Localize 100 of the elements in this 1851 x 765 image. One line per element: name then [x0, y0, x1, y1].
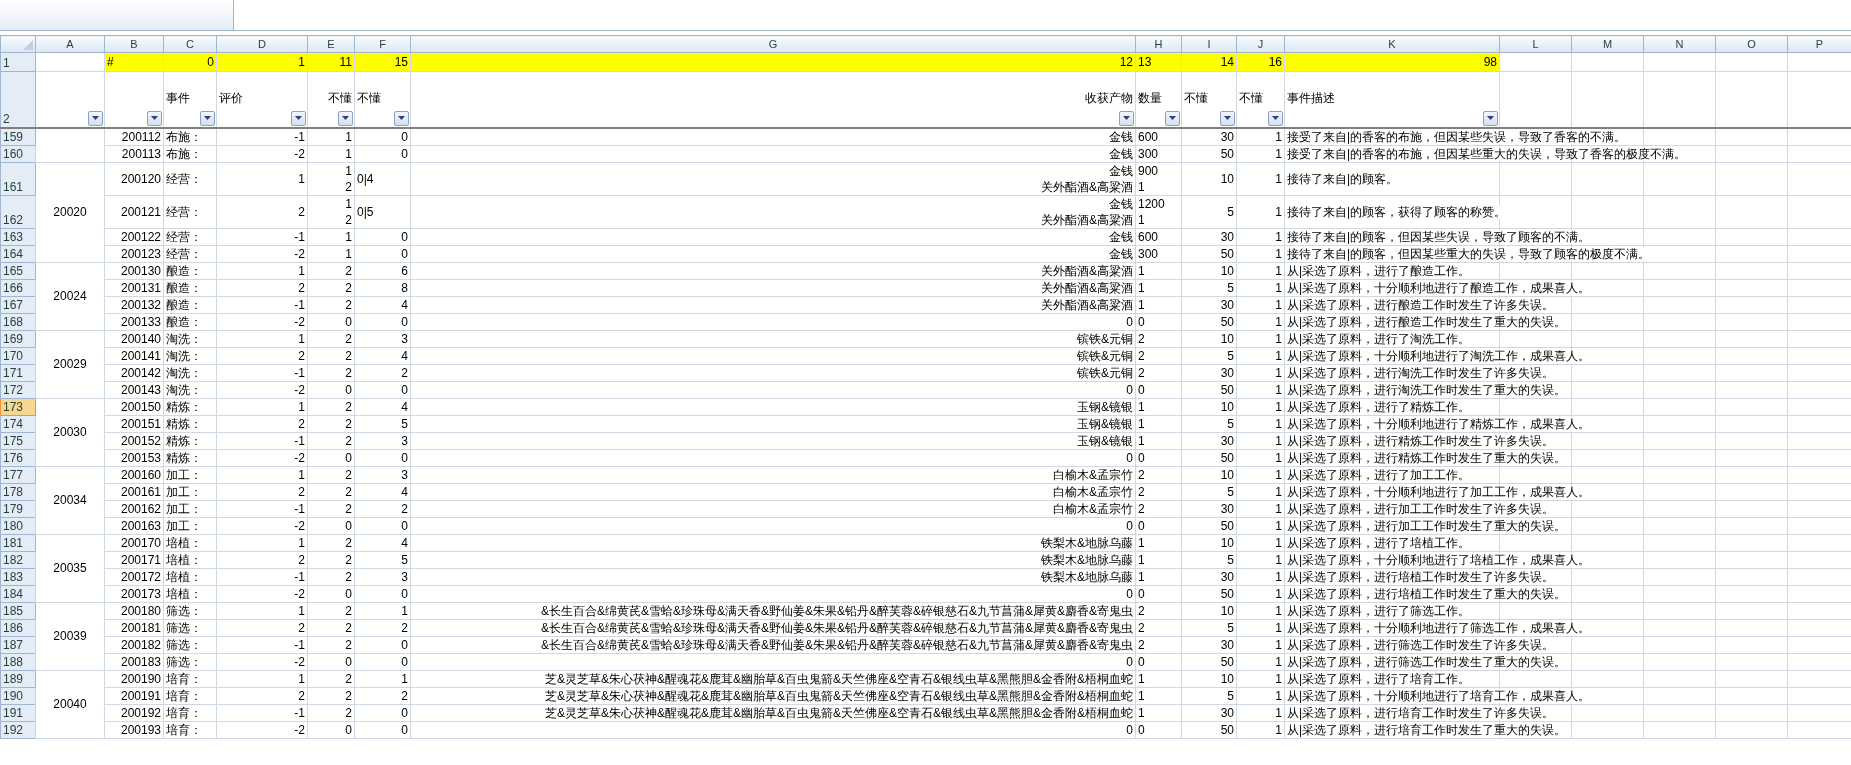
table-cell: 2 — [307, 619, 355, 636]
table-cell: 培植： — [163, 568, 217, 585]
table-cell: 1 — [1236, 704, 1285, 721]
column-header[interactable]: F — [354, 35, 411, 53]
column-header[interactable]: I — [1181, 35, 1237, 53]
table-cell: 10 — [1181, 162, 1237, 195]
table-cell: 200161 — [104, 483, 164, 500]
column-header[interactable]: N — [1643, 35, 1716, 53]
table-cell: 精炼： — [163, 415, 217, 432]
table-cell: 筛选： — [163, 653, 217, 670]
column-header[interactable]: J — [1236, 35, 1285, 53]
table-cell: 经营： — [163, 195, 217, 228]
table-cell: 白榆木&孟宗竹 — [410, 466, 1136, 483]
filter-dropdown-button[interactable] — [1483, 110, 1498, 126]
table-cell: 600 — [1135, 127, 1182, 145]
table-cell: 300 — [1135, 145, 1182, 162]
table-cell: -1 — [216, 704, 308, 721]
filter-dropdown-button[interactable] — [1119, 110, 1134, 126]
filter-dropdown-button[interactable] — [1268, 110, 1283, 126]
table-cell: 培植： — [163, 534, 217, 551]
table-cell: 2 — [307, 636, 355, 653]
table-cell: 0 — [1135, 721, 1182, 738]
table-cell: 芝&灵芝草&朱心茯神&醒魂花&鹿茸&幽胎草&百虫鬼箭&天竺佛座&空青石&银线虫草&黑熊胆&金香附&梧桐血蛇 — [410, 687, 1136, 704]
table-cell: 2 — [354, 619, 411, 636]
table-cell: 酿造： — [163, 313, 217, 330]
filter-dropdown-button[interactable] — [291, 110, 306, 126]
row-header[interactable]: 2 — [0, 71, 36, 128]
caret-icon — [204, 116, 211, 120]
table-cell: 精炼： — [163, 398, 217, 415]
column-header[interactable]: D — [216, 35, 308, 53]
filter-dropdown-button[interactable] — [147, 110, 162, 126]
table-cell: -2 — [216, 653, 308, 670]
row-header[interactable]: 162 — [0, 195, 36, 228]
table-cell: 2 — [1135, 619, 1182, 636]
table-cell: 0 — [354, 381, 411, 398]
table-cell: 200180 — [104, 602, 164, 619]
table-cell: 2 — [307, 551, 355, 568]
table-cell: 1 — [1236, 195, 1285, 228]
column-header[interactable]: B — [104, 35, 164, 53]
column-header[interactable]: L — [1499, 35, 1572, 53]
table-cell: 培育： — [163, 687, 217, 704]
filter-dropdown-button[interactable] — [1165, 110, 1180, 126]
table-cell: 200121 — [104, 195, 164, 228]
column-header[interactable]: O — [1715, 35, 1788, 53]
table-cell: 1 — [1135, 296, 1182, 313]
table-cell: 2 — [216, 279, 308, 296]
table-cell: 1 — [1236, 585, 1285, 602]
caret-icon — [92, 116, 99, 120]
table-cell: 金钱 — [410, 127, 1136, 145]
table-cell: 3 — [354, 330, 411, 347]
filter-dropdown-button[interactable] — [1220, 110, 1235, 126]
table-cell: 0 — [307, 585, 355, 602]
table-cell: 1 — [307, 228, 355, 245]
table-cell: 4 — [354, 296, 411, 313]
table-cell: 2 — [1135, 636, 1182, 653]
column-header[interactable]: A — [35, 35, 105, 53]
table-cell: 200193 — [104, 721, 164, 738]
column-header[interactable]: M — [1571, 35, 1644, 53]
column-header[interactable]: K — [1284, 35, 1500, 53]
table-cell: -1 — [216, 127, 308, 145]
table-cell: 3 — [354, 466, 411, 483]
column-header[interactable]: E — [307, 35, 355, 53]
table-cell: 2 — [1135, 500, 1182, 517]
row-header[interactable]: 161 — [0, 162, 36, 195]
table-cell: 铁梨木&地脉乌藤 — [410, 534, 1136, 551]
table-cell: 0 — [307, 381, 355, 398]
table-cell-text: 关外酯酒&高粱酒 — [1040, 178, 1133, 194]
table-cell: 金钱 — [410, 245, 1136, 262]
table-cell: 30 — [1181, 568, 1237, 585]
table-cell: 1 — [216, 602, 308, 619]
table-cell: 1 — [1236, 262, 1285, 279]
table-cell: 1 — [1236, 568, 1285, 585]
filter-dropdown-button[interactable] — [88, 110, 103, 126]
filter-dropdown-button[interactable] — [394, 110, 409, 126]
table-cell: 1 — [1236, 449, 1285, 466]
filter-dropdown-button[interactable] — [200, 110, 215, 126]
filter-dropdown-button[interactable] — [338, 110, 353, 126]
table-cell: 0 — [1135, 381, 1182, 398]
table-cell: 5 — [1181, 195, 1237, 228]
table-cell: 1 — [1236, 364, 1285, 381]
column-header[interactable]: H — [1135, 35, 1182, 53]
table-cell: 1 — [1236, 670, 1285, 687]
table-cell: 2 — [307, 279, 355, 296]
table-cell: 1 — [1236, 602, 1285, 619]
column-header[interactable]: G — [410, 35, 1136, 53]
table-cell: 经营： — [163, 162, 217, 195]
table-cell: 4 — [354, 483, 411, 500]
table-cell: 30 — [1181, 432, 1237, 449]
table-cell: 1 — [1135, 415, 1182, 432]
table-cell: 2 — [1135, 466, 1182, 483]
column-header[interactable]: P — [1787, 35, 1851, 53]
table-cell: 关外酯酒&高粱酒 — [410, 279, 1136, 296]
table-cell: -1 — [216, 364, 308, 381]
table-cell: 2 — [307, 483, 355, 500]
table-cell: 1 — [1236, 653, 1285, 670]
column-header[interactable]: C — [163, 35, 217, 53]
table-cell: 30 — [1181, 127, 1237, 145]
table-cell: 金钱 — [410, 145, 1136, 162]
table-cell: 1 — [1135, 551, 1182, 568]
triangle-icon — [23, 40, 33, 50]
